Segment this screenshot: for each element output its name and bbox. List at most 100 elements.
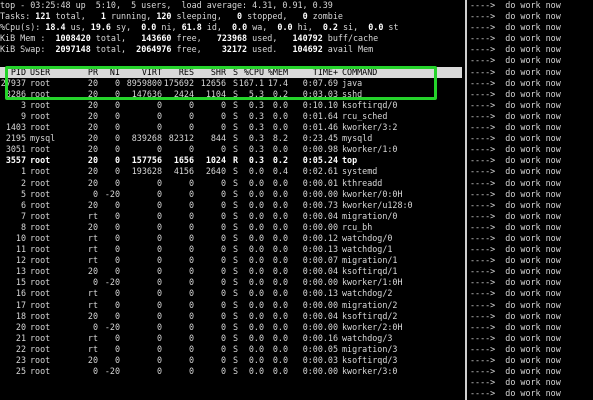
process-cell: 839268 (131, 133, 162, 144)
summary-value: 2064976 (136, 44, 172, 55)
process-cell: rt (87, 332, 98, 343)
process-cell: rt (87, 343, 98, 354)
highlight-box (5, 66, 437, 100)
process-cell: 193628 (131, 166, 162, 177)
process-cell: 0 (156, 366, 162, 377)
process-cell: 0 (220, 232, 226, 243)
process-cell: root (30, 321, 51, 332)
summary-value: 143660 (141, 33, 172, 44)
process-cell: 0.0 (272, 332, 288, 343)
process-cell: 9 (20, 110, 26, 121)
process-cell: 1656 (173, 155, 194, 166)
process-cell: 0 (156, 299, 162, 310)
process-cell: 0 (156, 332, 162, 343)
process-cell: 0 (114, 177, 120, 188)
process-row: 2 root 20 0 0 0 0 S 0.0 0.0 0:00.01 kthreadd (0, 178, 462, 189)
log-line: ----> do work now (470, 11, 561, 22)
process-cell: 13 (15, 266, 26, 277)
process-cell: 0 (188, 210, 194, 221)
log-line: ----> do work now (470, 44, 561, 55)
process-cell: 0:05.24 (302, 155, 338, 166)
process-cell: root (30, 110, 51, 121)
summary-label: hi, (292, 22, 323, 33)
process-cell: top (342, 155, 358, 166)
log-line: ----> do work now (470, 110, 561, 121)
log-line: ----> do work now (470, 255, 561, 266)
process-cell: -20 (104, 321, 120, 332)
process-cell: 0 (188, 366, 194, 377)
process-cell: 0 (220, 321, 226, 332)
process-cell: root (30, 355, 51, 365)
process-cell: 0:00.00 (302, 321, 338, 332)
process-cell: S (232, 221, 238, 232)
process-cell: S (232, 199, 238, 210)
summary-value: 723968 (216, 33, 248, 44)
process-cell: 0 (114, 221, 120, 232)
log-line: ----> do work now (470, 55, 561, 66)
process-cell: S (232, 288, 238, 299)
process-cell: root (30, 210, 51, 221)
process-cell: S (232, 99, 238, 110)
process-row: 25 root 0 -20 0 0 0 S 0.0 0.0 0:00.00 kworker/3:0 (0, 366, 462, 377)
process-cell: 0 (156, 343, 162, 354)
process-row: 3 root 20 0 0 0 0 S 0.3 0.0 0:10.10 ksoftirqd/0 (0, 100, 462, 111)
process-cell: S (232, 310, 238, 321)
process-cell: 0.0 (248, 188, 264, 199)
process-cell: watchdog/3 (342, 332, 393, 343)
process-row: 22 root rt 0 0 0 0 S 0.0 0.0 0:00.05 migration/3 (0, 344, 462, 355)
process-cell: 20 (87, 99, 98, 110)
process-cell: 0 (156, 99, 162, 110)
process-cell: 0 (156, 199, 162, 210)
process-cell: migration/1 (342, 255, 398, 266)
process-cell: S (232, 321, 238, 332)
process-cell: 0.0 (248, 355, 264, 365)
process-cell: 0 (114, 266, 120, 277)
process-row: 5 root 0 -20 0 0 0 S 0.0 0.0 0:00.00 kworker/0:0H (0, 189, 462, 200)
process-cell: rcu_bh (342, 221, 373, 232)
process-row: 7 root rt 0 0 0 0 S 0.0 0.0 0:00.04 migration/0 (0, 211, 462, 222)
process-cell: -20 (104, 188, 120, 199)
process-cell: 0 (114, 299, 120, 310)
process-cell: S (232, 232, 238, 243)
process-cell: 6 (20, 199, 26, 210)
log-line: ----> do work now (470, 244, 561, 255)
process-cell: S (232, 299, 238, 310)
process-cell: 1 (20, 166, 26, 177)
process-row: 16 root rt 0 0 0 0 S 0.0 0.0 0:00.13 watchdog/2 (0, 288, 462, 299)
process-cell: 0.0 (248, 332, 264, 343)
log-line: ----> do work now (470, 188, 561, 199)
process-cell: 0 (220, 288, 226, 299)
process-cell: 0.2 (272, 155, 288, 166)
process-cell: root (30, 166, 51, 177)
process-cell: -20 (104, 277, 120, 288)
process-cell: 25 (15, 366, 26, 377)
summary-label: KiB Mem : (0, 33, 56, 44)
process-cell: 1024 (205, 155, 226, 166)
summary-label: avail Mem (322, 44, 374, 55)
process-cell: 0 (114, 310, 120, 321)
top-summary: top - 03:25:48 up 5:10, 5 users, load av… (0, 0, 462, 55)
process-cell: 0 (220, 310, 226, 321)
process-cell: 0:00.00 (302, 188, 338, 199)
summary-line: %Cpu(s): 18.4 us, 19.6 sy, 0.0 ni, 61.8 … (0, 22, 462, 33)
log-line: ----> do work now (470, 288, 561, 299)
process-cell: 20 (15, 321, 26, 332)
process-cell: 0 (188, 144, 194, 155)
process-cell: 0.0 (272, 277, 288, 288)
summary-line: Tasks: 121 total, 1 running, 120 sleepin… (0, 11, 462, 22)
process-cell: 0:02.61 (302, 166, 338, 177)
log-output-pane[interactable]: ----> do work now ----> do work now ----> … (470, 0, 593, 400)
process-cell: 82312 (168, 133, 194, 144)
process-cell: 2640 (205, 166, 226, 177)
process-cell: 3557 (5, 155, 26, 166)
process-cell: 0.0 (248, 221, 264, 232)
process-cell: 0 (156, 144, 162, 155)
pane-divider[interactable] (465, 0, 467, 400)
log-line: ----> do work now (470, 266, 561, 277)
top-output-pane[interactable]: top - 03:25:48 up 5:10, 5 users, load av… (0, 0, 462, 400)
process-cell: 3 (20, 99, 26, 110)
log-line: ----> do work now (470, 99, 561, 110)
process-cell: rt (87, 232, 98, 243)
process-cell: 0.0 (272, 199, 288, 210)
summary-label: wa, (247, 22, 278, 33)
